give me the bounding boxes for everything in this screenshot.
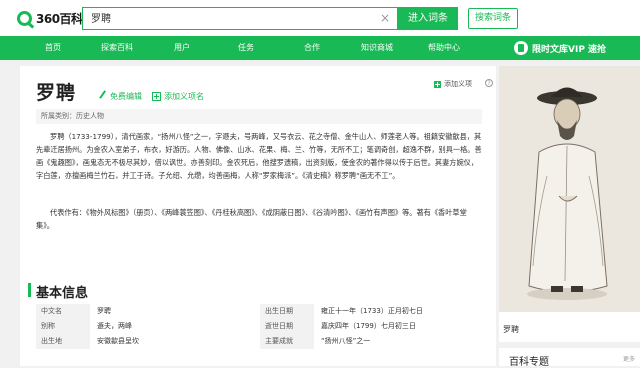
nav-item-cooperation[interactable]: 合作 bbox=[295, 36, 329, 60]
portrait-illustration bbox=[499, 66, 640, 312]
info-value: 罗聘 bbox=[97, 307, 111, 315]
free-edit-label: 免费编辑 bbox=[110, 92, 142, 101]
search-entry-button[interactable]: 搜索词条 bbox=[468, 8, 518, 29]
add-tag-link[interactable]: 添加义项 bbox=[434, 79, 472, 89]
nav-item-tasks[interactable]: 任务 bbox=[229, 36, 263, 60]
special-topics-panel: 百科专题 更多 bbox=[499, 348, 640, 368]
info-value: 遯夫，两峰 bbox=[97, 322, 132, 330]
info-key: 出生日期 bbox=[260, 304, 314, 319]
logo-text: 360百科 bbox=[36, 11, 83, 26]
enter-entry-button[interactable]: 进入词条 bbox=[398, 7, 458, 30]
vip-icon bbox=[514, 41, 528, 55]
entry-content: 罗聘 免费编辑 添加义项名 添加义项 ? 所属类别：历史人物 罗聘（1733-1… bbox=[20, 66, 496, 366]
info-value: 雍正十一年（1733）正月初七日 bbox=[321, 307, 423, 315]
nav-item-explore[interactable]: 探索百科 bbox=[92, 36, 142, 60]
basic-info-header: 基本信息 bbox=[20, 278, 496, 302]
table-row: 中文名 罗聘 出生日期 雍正十一年（1733）正月初七日 bbox=[36, 304, 484, 319]
summary-paragraph: 罗聘（1733-1799），清代画家，“扬州八怪”之一，字遯夫，号两峰，又号衣云… bbox=[36, 132, 482, 180]
table-row: 别称 遯夫，两峰 逝世日期 嘉庆四年（1799）七月初三日 bbox=[36, 319, 484, 334]
search-input[interactable] bbox=[91, 12, 371, 23]
works-paragraph: 代表作有：《物外风标图》（册页）、《两峰蓑笠图》、《丹桂秋高图》、《成阴蔽日图》… bbox=[36, 208, 467, 230]
info-key: 中文名 bbox=[36, 304, 90, 319]
free-edit-link[interactable]: 免费编辑 bbox=[98, 90, 142, 103]
add-icon bbox=[152, 92, 161, 101]
nav-item-users[interactable]: 用户 bbox=[165, 36, 199, 60]
clear-icon[interactable]: × bbox=[380, 11, 390, 25]
basic-info-title: 基本信息 bbox=[36, 286, 89, 301]
search-box: × bbox=[82, 7, 398, 30]
table-row: 出生地 安徽歙县呈坎 主要成就 “扬州八怪”之一 bbox=[36, 334, 484, 349]
page-title: 罗聘 bbox=[36, 82, 77, 104]
add-meaning-link[interactable]: 添加义项名 bbox=[152, 91, 204, 102]
info-key: 主要成就 bbox=[260, 334, 314, 349]
vip-promo-text: 限时文库VIP 速抢 bbox=[532, 44, 607, 55]
add-meaning-label: 添加义项名 bbox=[164, 92, 204, 101]
special-topics-title: 百科专题 bbox=[509, 357, 549, 368]
info-value: “扬州八怪”之一 bbox=[321, 337, 371, 345]
portrait-image[interactable] bbox=[499, 66, 640, 312]
info-key: 逝世日期 bbox=[260, 319, 314, 334]
info-value: 嘉庆四年（1799）七月初三日 bbox=[321, 322, 416, 330]
help-icon[interactable]: ? bbox=[485, 79, 493, 87]
logo-icon bbox=[17, 10, 32, 26]
category-bar: 所属类别：历史人物 bbox=[36, 109, 482, 124]
nav-item-help[interactable]: 帮助中心 bbox=[421, 36, 467, 60]
more-link[interactable]: 更多 bbox=[623, 354, 635, 363]
top-search-bar: 360百科 × 进入词条 搜索词条 bbox=[0, 0, 640, 36]
section-accent-bar bbox=[28, 283, 31, 297]
plus-square-icon bbox=[434, 80, 441, 88]
portrait-caption: 罗聘 bbox=[499, 312, 640, 342]
basic-info-table: 中文名 罗聘 出生日期 雍正十一年（1733）正月初七日 别称 遯夫，两峰 逝世… bbox=[36, 304, 484, 349]
info-key: 出生地 bbox=[36, 334, 90, 349]
main-nav: 首页 探索百科 用户 任务 合作 知识商城 帮助中心 限时文库VIP 速抢 bbox=[0, 36, 640, 60]
add-tag-label: 添加义项 bbox=[444, 80, 472, 88]
site-logo[interactable]: 360百科 bbox=[17, 9, 83, 27]
info-value: 安徽歙县呈坎 bbox=[97, 337, 139, 345]
vip-promo[interactable]: 限时文库VIP 速抢 bbox=[514, 36, 640, 60]
nav-item-store[interactable]: 知识商城 bbox=[354, 36, 400, 60]
info-key: 别称 bbox=[36, 319, 90, 334]
nav-item-home[interactable]: 首页 bbox=[36, 36, 70, 60]
